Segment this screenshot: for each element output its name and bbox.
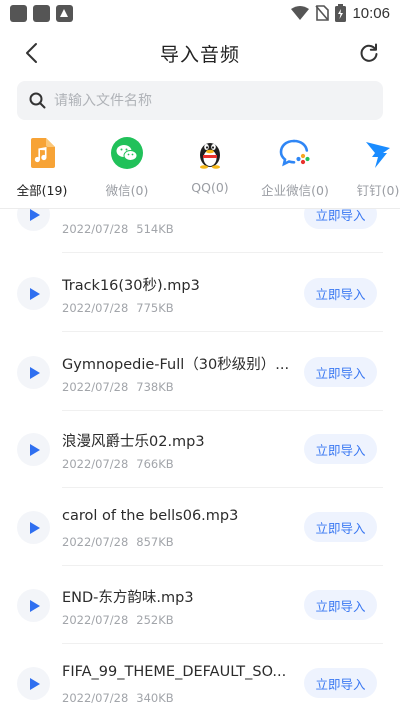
app-header: 导入音频 xyxy=(0,26,400,80)
search-bar[interactable] xyxy=(17,81,383,120)
import-button[interactable]: 立即导入 xyxy=(304,209,377,229)
file-date: 2022/07/28 xyxy=(62,380,129,394)
row-divider xyxy=(62,331,383,332)
file-date: 2022/07/28 xyxy=(62,301,129,315)
notification-icons xyxy=(10,4,73,22)
list-item[interactable]: END-东方韵味.mp3 2022/07/28 252KB 立即导入 xyxy=(0,566,400,644)
file-list[interactable]: 2022/07/28 514KB 立即导入 Track16(30秒).mp3 2… xyxy=(0,209,400,710)
play-button[interactable] xyxy=(17,667,50,700)
wecom-icon xyxy=(278,136,312,170)
tab-dingtalk[interactable]: 钉钉(0) xyxy=(343,132,400,204)
battery-charging-icon xyxy=(335,4,347,22)
file-date: 2022/07/28 xyxy=(62,457,129,471)
play-icon xyxy=(30,287,40,300)
import-button[interactable]: 立即导入 xyxy=(304,434,377,464)
file-size: 857KB xyxy=(136,535,174,549)
file-meta: 2022/07/28 738KB xyxy=(62,380,174,394)
no-sim-icon xyxy=(315,5,330,21)
file-name: carol of the bells06.mp3 xyxy=(62,508,239,524)
play-button[interactable] xyxy=(17,433,50,466)
import-button[interactable]: 立即导入 xyxy=(304,278,377,308)
status-bar: 10:06 xyxy=(0,0,400,26)
import-button[interactable]: 立即导入 xyxy=(304,668,377,698)
file-size: 252KB xyxy=(136,613,174,627)
tab-all[interactable]: 全部(19) xyxy=(7,132,77,204)
file-name: Gymnopedie-Full（30秒级别）... xyxy=(62,357,290,373)
search-icon xyxy=(29,92,46,109)
play-button[interactable] xyxy=(17,511,50,544)
chevron-left-icon xyxy=(26,43,37,63)
import-audio-screen: 10:06 导入音频 请输入文件名称 全部(19) 微信(0) QQ(0) 企业… xyxy=(0,0,400,710)
dingtalk-icon xyxy=(361,136,395,170)
music-file-icon xyxy=(25,136,59,170)
file-meta: 2022/07/28 766KB xyxy=(62,457,174,471)
notification-icon xyxy=(33,4,50,22)
play-icon xyxy=(30,443,40,456)
tab-label: 企业微信(0) xyxy=(261,183,329,198)
file-name: END-东方韵味.mp3 xyxy=(62,590,194,606)
play-button[interactable] xyxy=(17,356,50,389)
refresh-button[interactable] xyxy=(356,40,382,66)
tab-label: 全部(19) xyxy=(16,183,68,198)
file-size: 766KB xyxy=(136,457,174,471)
page-title: 导入音频 xyxy=(159,43,240,66)
file-meta: 2022/07/28 340KB xyxy=(62,691,174,705)
search-input[interactable] xyxy=(54,92,354,109)
file-size: 738KB xyxy=(136,380,174,394)
file-name: Track16(30秒).mp3 xyxy=(62,278,200,294)
play-icon xyxy=(30,366,40,379)
refresh-icon xyxy=(360,43,378,62)
notification-a-icon xyxy=(56,4,73,22)
play-icon xyxy=(30,677,40,690)
play-button[interactable] xyxy=(17,277,50,310)
wechat-icon xyxy=(110,136,144,170)
play-icon xyxy=(30,209,40,221)
list-item[interactable]: carol of the bells06.mp3 2022/07/28 857K… xyxy=(0,488,400,566)
list-item[interactable]: FIFA_99_THEME_DEFAULT_SO... 2022/07/28 3… xyxy=(0,644,400,710)
tab-wecom[interactable]: 企业微信(0) xyxy=(260,132,330,204)
import-button[interactable]: 立即导入 xyxy=(304,590,377,620)
notification-icon xyxy=(10,4,27,22)
tab-label: 微信(0) xyxy=(105,183,149,198)
tab-label: 钉钉(0) xyxy=(356,183,400,198)
play-icon xyxy=(30,599,40,612)
system-status: 10:06 xyxy=(291,4,390,22)
play-button[interactable] xyxy=(17,209,50,231)
play-button[interactable] xyxy=(17,589,50,622)
file-size: 775KB xyxy=(136,301,174,315)
file-date: 2022/07/28 xyxy=(62,691,129,705)
back-button[interactable] xyxy=(18,40,44,66)
file-meta: 2022/07/28 252KB xyxy=(62,613,174,627)
file-name: 浪漫风爵士乐02.mp3 xyxy=(62,434,205,450)
list-item[interactable]: 2022/07/28 514KB 立即导入 xyxy=(0,209,400,253)
file-size: 514KB xyxy=(136,222,174,236)
play-icon xyxy=(30,521,40,534)
file-meta: 2022/07/28 775KB xyxy=(62,301,174,315)
qq-penguin-icon xyxy=(193,136,227,170)
file-date: 2022/07/28 xyxy=(62,535,129,549)
file-size: 340KB xyxy=(136,691,174,705)
list-item[interactable]: Track16(30秒).mp3 2022/07/28 775KB 立即导入 xyxy=(0,254,400,332)
tab-label: QQ(0) xyxy=(191,180,229,195)
list-item[interactable]: 浪漫风爵士乐02.mp3 2022/07/28 766KB 立即导入 xyxy=(0,410,400,488)
file-meta: 2022/07/28 514KB xyxy=(62,222,174,236)
clock: 10:06 xyxy=(352,4,390,22)
file-date: 2022/07/28 xyxy=(62,222,129,236)
tab-wechat[interactable]: 微信(0) xyxy=(92,132,162,204)
file-date: 2022/07/28 xyxy=(62,613,129,627)
import-button[interactable]: 立即导入 xyxy=(304,357,377,387)
file-name: FIFA_99_THEME_DEFAULT_SO... xyxy=(62,664,287,680)
file-meta: 2022/07/28 857KB xyxy=(62,535,174,549)
import-button[interactable]: 立即导入 xyxy=(304,512,377,542)
wifi-icon xyxy=(291,6,310,20)
row-divider xyxy=(62,252,383,253)
source-tabs: 全部(19) 微信(0) QQ(0) 企业微信(0) 钉钉(0) xyxy=(0,132,400,204)
list-item[interactable]: Gymnopedie-Full（30秒级别）... 2022/07/28 738… xyxy=(0,333,400,411)
tab-qq[interactable]: QQ(0) xyxy=(175,132,245,204)
